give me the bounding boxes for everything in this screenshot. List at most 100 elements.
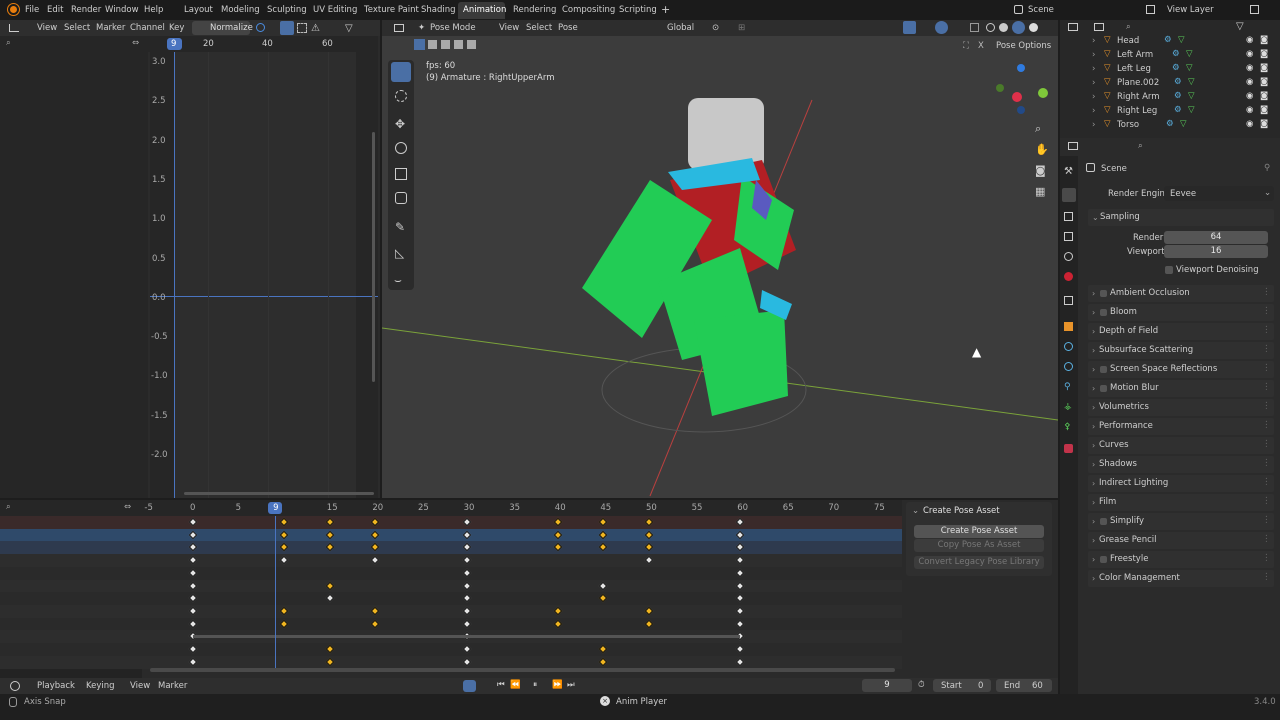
tab-rendering[interactable]: Rendering [513,6,556,15]
keyframe[interactable] [188,530,198,539]
drag-handle-icon[interactable]: ⋮ [1262,383,1271,392]
move-tool-icon[interactable]: ✥ [395,117,405,131]
tab-scripting[interactable]: Scripting [619,6,657,15]
dope-row[interactable] [0,516,902,529]
render-engine-dropdown[interactable]: Eevee ⌄ [1164,186,1274,201]
menu-window[interactable]: Window [105,6,139,15]
editor-type-icon[interactable] [1068,142,1078,150]
tab-compositing[interactable]: Compositing [562,6,615,15]
keyframe-selected[interactable] [644,517,654,527]
keyframe-selected[interactable] [371,543,380,552]
viewport-denoising-checkbox[interactable] [1165,266,1173,274]
render-camera-icon[interactable]: ◙ [1260,64,1268,73]
render-tab-icon[interactable] [1062,188,1076,202]
sampling-render-field[interactable]: 64 [1164,231,1268,244]
keyframe[interactable] [188,619,198,628]
jump-prev-key-icon[interactable]: ⏪ [510,681,521,690]
shading-wire-icon[interactable] [986,23,995,32]
view-layer-icon[interactable] [1146,5,1155,14]
keyframe[interactable] [462,581,471,590]
keyframe-selected[interactable] [325,517,335,527]
select-subtract-icon[interactable] [441,40,450,49]
editor-type-icon[interactable] [1068,23,1078,31]
jump-start-icon[interactable]: ⏮ [497,681,505,690]
expand-arrow-icon[interactable]: › [1092,51,1095,60]
timeline-menu-marker[interactable]: Marker [158,682,187,691]
keyframe-selected[interactable] [644,530,654,539]
editor-type-icon[interactable] [9,24,19,32]
outliner-row[interactable]: › ▽ Torso ⚙ ▽ ◉ ◙ [1060,118,1280,132]
graph-menu-channel[interactable]: Channel [130,24,165,33]
tab-modeling[interactable]: Modeling [221,6,260,15]
keyframe[interactable] [735,581,745,590]
keyframe-selected[interactable] [279,530,289,539]
drag-handle-icon[interactable]: ⋮ [1262,402,1271,411]
keyframe[interactable] [735,657,745,666]
keyframe-selected[interactable] [644,543,654,552]
keyframe-selected[interactable] [553,606,563,616]
object-tab-icon[interactable] [1064,322,1073,331]
orientation-dropdown[interactable]: Global [667,24,694,33]
convert-legacy-pose-button[interactable]: Convert Legacy Pose Library [914,556,1044,569]
dope-row[interactable] [0,604,902,618]
copy-pose-as-asset-button[interactable]: Copy Pose As Asset [914,539,1044,552]
dope-row[interactable] [0,566,902,580]
blender-logo-icon[interactable] [8,4,19,15]
dope-row[interactable] [0,554,902,568]
dope-row[interactable] [0,617,902,631]
dope-row[interactable] [0,655,902,669]
collapse-arrows-icon[interactable]: ⇔ [124,503,131,512]
data-tab-icon[interactable]: ⚶ [1064,402,1072,412]
annotate-tool-icon[interactable]: ✎ [395,220,405,234]
axis-neg-y-dot[interactable] [996,84,1004,92]
tab-layout[interactable]: Layout [184,6,213,15]
rotate-tool-icon[interactable] [395,142,407,154]
pin-icon[interactable]: ⚲ [1264,164,1270,173]
keyframe[interactable] [735,644,745,654]
sampling-viewport-field[interactable]: 16 [1164,245,1268,258]
cursor-tool-icon[interactable] [395,90,407,102]
outliner-item-name[interactable]: Right Arm [1117,93,1160,102]
collection-tab-icon[interactable] [1064,296,1073,305]
tab-uv-editing[interactable]: UV Editing [313,6,357,15]
graph-menu-key[interactable]: Key [169,24,184,33]
drag-handle-icon[interactable]: ⋮ [1262,421,1271,430]
refresh-icon[interactable] [256,23,265,32]
outliner-item-name[interactable]: Plane.002 [1117,79,1159,88]
keyframe[interactable] [188,593,198,603]
graph-plot-area[interactable] [150,52,378,498]
graph-menu-view[interactable]: View [37,24,57,33]
outliner-row[interactable]: › ▽ Right Leg ⚙ ▽ ◉ ◙ [1060,104,1280,118]
drag-handle-icon[interactable]: ⋮ [1262,459,1271,468]
keyframe[interactable] [462,619,471,628]
panel-enable-checkbox[interactable] [1100,290,1107,297]
outliner-item-name[interactable]: Left Arm [1117,51,1153,60]
new-window-icon[interactable] [1250,5,1259,14]
viewport-menu-select[interactable]: Select [526,24,552,33]
drag-handle-icon[interactable]: ⋮ [1262,326,1271,335]
measure-tool-icon[interactable]: ◺ [395,246,404,260]
render-camera-icon[interactable]: ◙ [1260,36,1268,45]
zoom-icon[interactable]: ⌕ [1035,122,1041,136]
pivot-icon[interactable]: ⊙ [712,23,719,33]
keyframe-selected[interactable] [599,517,608,527]
axis-neg-z-dot[interactable] [1017,106,1025,114]
keyframe[interactable] [188,606,198,616]
filter-icon[interactable]: ▽ [1236,22,1244,32]
graph-frame-ruler[interactable]: 9 20 40 60 [150,36,378,52]
keyframe[interactable] [462,657,471,666]
pause-icon[interactable]: ⏸ [533,681,537,690]
keyframe[interactable] [188,644,198,654]
stopwatch-icon[interactable]: ⏱ [918,681,925,690]
panel-enable-checkbox[interactable] [1100,385,1107,392]
keyframe-selected[interactable] [553,530,563,539]
bone-tab-icon[interactable]: ⚴ [1064,422,1071,432]
keyframe[interactable] [735,568,745,578]
keyframe-selected[interactable] [644,606,654,616]
outliner-item-name[interactable]: Torso [1117,121,1139,130]
tab-shading[interactable]: Shading [421,6,456,15]
dope-row[interactable] [0,579,902,593]
display-mode-icon[interactable] [1094,23,1104,31]
keyframe[interactable] [325,593,335,603]
timeline-menu-keying[interactable]: Keying [86,682,115,691]
